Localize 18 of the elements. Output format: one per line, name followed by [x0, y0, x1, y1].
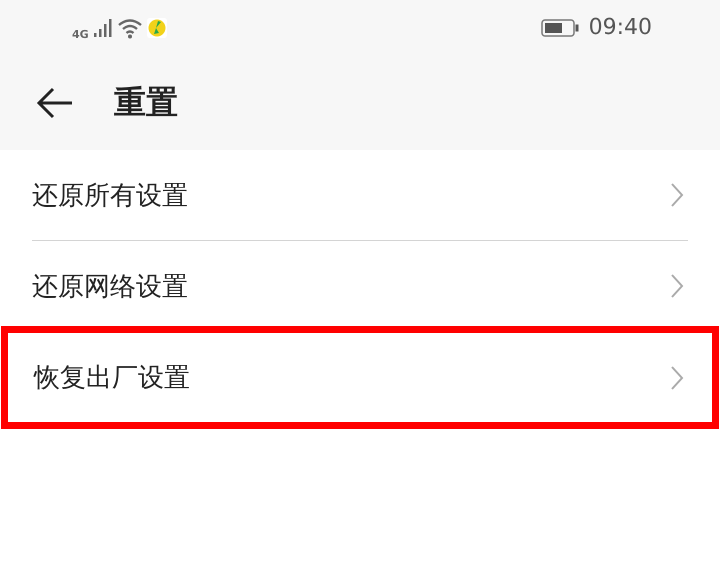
network-type: 4G: [72, 28, 89, 41]
settings-item[interactable]: 还原所有设置: [32, 150, 688, 241]
item-label: 还原网络设置: [32, 270, 188, 304]
page-title: 重置: [114, 82, 178, 122]
chevron-icon: [670, 182, 684, 208]
settings-item[interactable]: 还原网络设置: [32, 241, 688, 332]
wifi-icon: [116, 16, 143, 38]
signal-icon: [92, 18, 113, 38]
chevron-icon: [670, 364, 684, 390]
chevron-icon: [670, 273, 684, 299]
back-button[interactable]: [36, 86, 74, 118]
settings-item[interactable]: 恢复出厂设置: [7, 332, 713, 423]
item-label: 恢复出厂设置: [34, 362, 190, 395]
item-label: 还原所有设置: [32, 180, 188, 212]
clock-time: 09:40: [588, 15, 652, 40]
battery-icon: [540, 18, 579, 36]
app-icon: [146, 18, 167, 38]
back-arrow-icon: [36, 86, 74, 118]
